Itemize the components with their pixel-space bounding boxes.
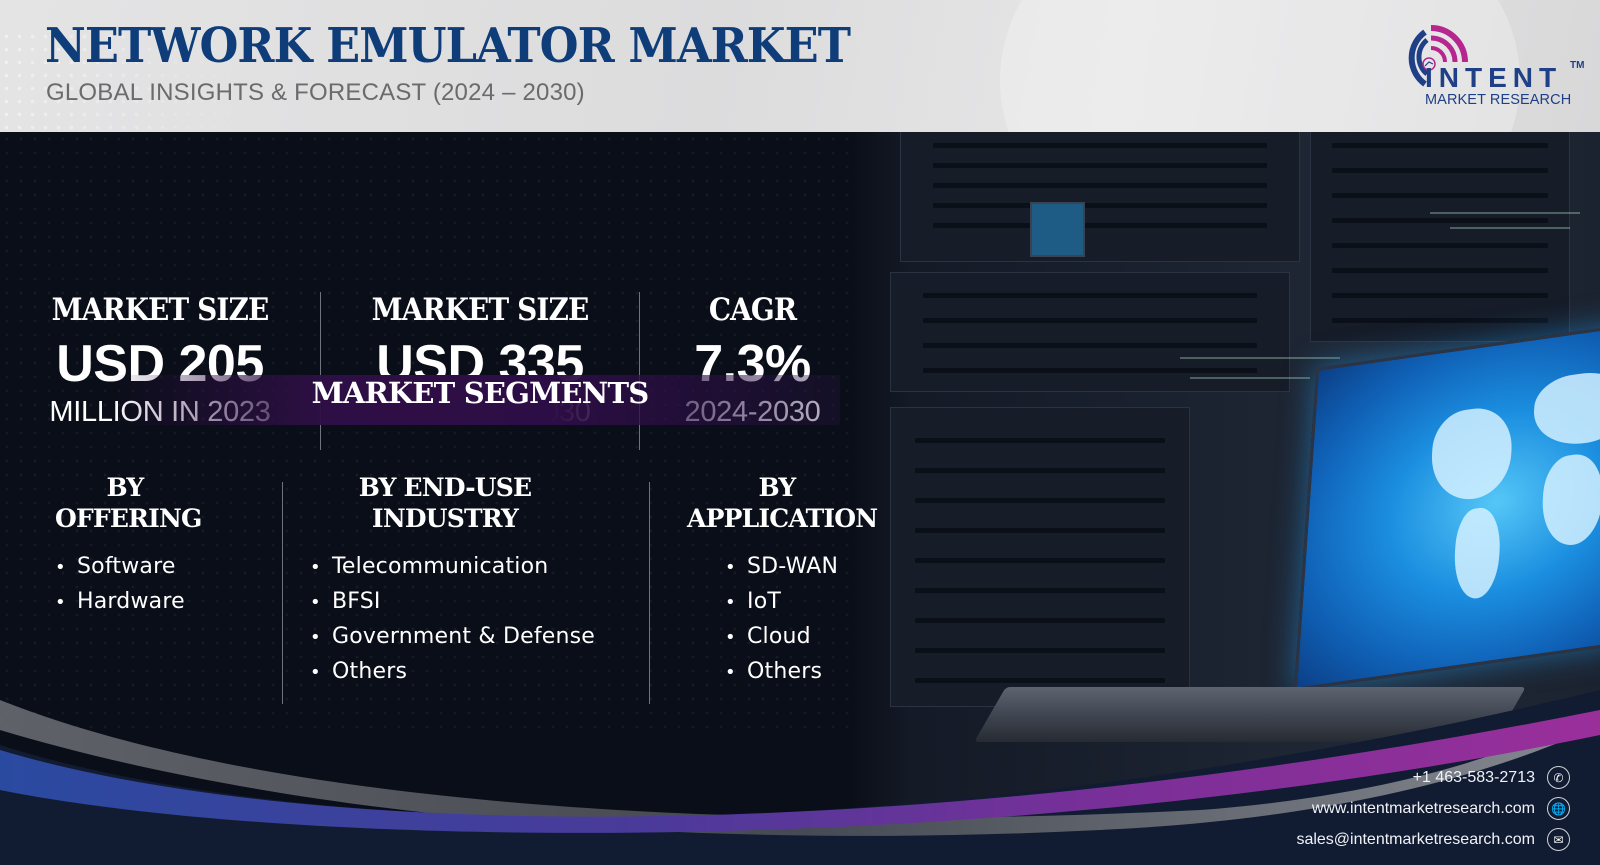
segment-heading: BY OFFERING [55,472,202,534]
segment-heading-line: APPLICATION [687,504,878,533]
stat-label: MARKET SIZE [51,292,270,328]
globe-icon: 🌐 [1547,797,1570,820]
segment-list: • Software • Hardware [55,550,195,620]
stat-label: MARKET SIZE [371,292,590,328]
list-item: • IoT [725,589,781,614]
list-item: • Telecommunication [310,554,549,579]
logo-brand-text: INTENT [1425,62,1563,93]
contact-info: +1 463-583-2713 ✆ www.intentmarketresear… [1296,762,1570,855]
server-rack [1310,132,1570,342]
phone-number[interactable]: +1 463-583-2713 [1413,769,1535,787]
stat-divider [639,292,640,450]
phone-icon: ✆ [1547,766,1570,789]
segment-heading-line: BY [758,473,797,502]
segments-title: MARKET SEGMENTS [311,376,650,410]
server-rack [900,132,1300,262]
server-rack [890,272,1290,392]
email-link[interactable]: sales@intentmarketresearch.com [1296,831,1535,849]
segment-divider [282,482,283,704]
segment-heading-line: BY END-USE [358,473,532,502]
page-title: NETWORK EMULATOR MARKET [45,18,851,74]
segment-heading-line: OFFERING [55,504,202,533]
logo-tagline: MARKET RESEARCH [1425,92,1572,108]
list-item: • Government & Defense [310,624,596,649]
segment-column-end-use-industry: BY END-USE INDUSTRY • Telecommunication •… [310,472,620,690]
stat-divider [320,292,321,450]
segment-heading: BY APPLICATION [687,472,878,534]
contact-website[interactable]: www.intentmarketresearch.com 🌐 [1296,793,1570,824]
list-item: • SD-WAN [725,554,839,579]
list-item: • Cloud [725,624,811,649]
segment-heading-line: BY [106,473,145,502]
envelope-icon: ✉ [1547,828,1570,851]
segment-divider [649,482,650,704]
contact-phone[interactable]: +1 463-583-2713 ✆ [1296,762,1570,793]
segment-heading-line: INDUSTRY [371,504,519,533]
page-subtitle: GLOBAL INSIGHTS & FORECAST (2024 – 2030) [46,79,585,106]
segment-list: • SD-WAN • IoT • Cloud • Others [725,550,900,690]
list-item: • BFSI [310,589,381,614]
list-item: • Software [55,554,176,579]
laptop-world-map-screen [1293,322,1600,692]
server-display-panel [1030,202,1085,257]
header-band: NETWORK EMULATOR MARKET GLOBAL INSIGHTS … [0,0,1600,132]
segment-column-application: BY APPLICATION • SD-WAN • IoT • Cloud • Othe… [687,472,900,690]
website-link[interactable]: www.intentmarketresearch.com [1312,800,1535,818]
contact-email[interactable]: sales@intentmarketresearch.com ✉ [1296,824,1570,855]
server-rack [890,407,1190,707]
segment-heading: BY END-USE INDUSTRY [290,472,600,534]
stat-label: CAGR [708,292,797,328]
segment-list: • Telecommunication • BFSI • Government & D… [310,550,620,690]
logo-trademark: TM [1570,60,1585,71]
segment-column-offering: BY OFFERING • Software • Hardware [55,472,202,620]
company-logo[interactable]: INTENT TM MARKET RESEARCH [1395,18,1585,110]
list-item: • Hardware [55,589,185,614]
list-item: • Others [725,659,823,684]
list-item: • Others [310,659,408,684]
